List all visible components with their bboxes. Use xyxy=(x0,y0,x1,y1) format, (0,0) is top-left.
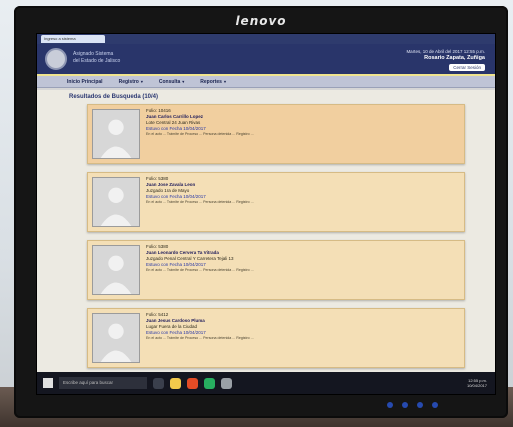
taskbar-search-input[interactable]: Escribe aquí para buscar xyxy=(59,377,147,389)
app-icon[interactable] xyxy=(221,377,232,389)
browser-tab[interactable]: Ingreso a sistema xyxy=(41,35,105,43)
monitor-button-icon[interactable] xyxy=(387,402,393,408)
browser-icon[interactable] xyxy=(187,377,198,389)
seal-icon xyxy=(45,48,67,70)
nav-item-inicio[interactable]: Inicio Principal xyxy=(67,79,103,85)
person-photo-placeholder xyxy=(92,245,140,295)
screen: Ingreso a sistema Asignado Sistema del E… xyxy=(36,33,496,395)
site-header: Asignado Sistema del Estado de Jalisco M… xyxy=(37,44,495,76)
result-info: Folio: 10416 Juan Carlos Carrillo Lopez … xyxy=(146,108,458,137)
result-info: Folio: 5412 Juan Jesus Cardoso Pluma Lug… xyxy=(146,312,458,341)
task-view-icon[interactable] xyxy=(153,377,164,389)
header-meta: Martes, 10 de Abril del 2017 12:55 p.m. … xyxy=(406,49,485,61)
result-info: Folio: 5380 Juan Jose Zavala Leon Juzgad… xyxy=(146,176,458,205)
nav-item-registro[interactable]: Registro ▾ xyxy=(119,79,143,85)
power-icon[interactable] xyxy=(432,402,438,408)
result-card[interactable]: Folio: 5380 Juan Jose Zavala Leon Juzgad… xyxy=(87,172,465,232)
result-detail: En el acto ... Trámite de Proceso ... Pe… xyxy=(146,132,254,136)
org-line2: del Estado de Jalisco xyxy=(73,58,121,64)
monitor-bezel: lenovo Ingreso a sistema Asignado Sistem… xyxy=(14,6,508,418)
logout-button[interactable]: Cerrar Sesión xyxy=(449,64,485,71)
chevron-down-icon: ▾ xyxy=(140,78,143,84)
org-name: Asignado Sistema del Estado de Jalisco xyxy=(73,51,120,65)
monitor-buttons xyxy=(387,402,438,408)
monitor-button-icon[interactable] xyxy=(417,402,423,408)
nav-item-reportes[interactable]: Reportes ▾ xyxy=(200,79,226,85)
chevron-down-icon: ▾ xyxy=(223,78,226,84)
chevron-down-icon: ▾ xyxy=(182,78,185,84)
results-panel: Resultados de Busqueda (10/4) Folio: 104… xyxy=(37,90,495,394)
result-card[interactable]: Folio: 10416 Juan Carlos Carrillo Lopez … xyxy=(87,104,465,164)
result-detail: En el acto ... Trámite de Proceso ... Pe… xyxy=(146,336,254,340)
person-photo-placeholder xyxy=(92,177,140,227)
nav-item-consulta[interactable]: Consulta ▾ xyxy=(159,79,184,85)
main-nav: Inicio Principal Registro ▾ Consulta ▾ Rep… xyxy=(37,76,495,88)
result-detail: En el acto ... Trámite de Proceso ... Pe… xyxy=(146,268,254,272)
result-detail: En el acto ... Trámite de Proceso ... Pe… xyxy=(146,200,254,204)
user-name: Rosario Zapata, Zuñiga xyxy=(424,55,485,61)
browser-tabstrip: Ingreso a sistema xyxy=(37,34,495,44)
results-title: Resultados de Busqueda (10/4) xyxy=(69,94,159,100)
windows-taskbar: Escribe aquí para buscar 12:55 p.m. 10/0… xyxy=(37,372,495,394)
system-tray-clock[interactable]: 12:55 p.m. 10/04/2017 xyxy=(467,378,487,388)
person-photo-placeholder xyxy=(92,313,140,363)
result-card[interactable]: Folio: 5412 Juan Jesus Cardoso Pluma Lug… xyxy=(87,308,465,368)
result-info: Folio: 5380 Juan Leonardo Cervera Ta Vit… xyxy=(146,244,458,273)
result-card[interactable]: Folio: 5380 Juan Leonardo Cervera Ta Vit… xyxy=(87,240,465,300)
tray-date: 10/04/2017 xyxy=(466,383,487,388)
chrome-icon[interactable] xyxy=(204,377,215,389)
monitor-button-icon[interactable] xyxy=(402,402,408,408)
windows-start-icon[interactable] xyxy=(43,378,53,388)
person-photo-placeholder xyxy=(92,109,140,159)
file-explorer-icon[interactable] xyxy=(170,377,181,389)
monitor-brand-logo: lenovo xyxy=(235,14,287,28)
org-line1: Asignado Sistema xyxy=(73,51,114,57)
